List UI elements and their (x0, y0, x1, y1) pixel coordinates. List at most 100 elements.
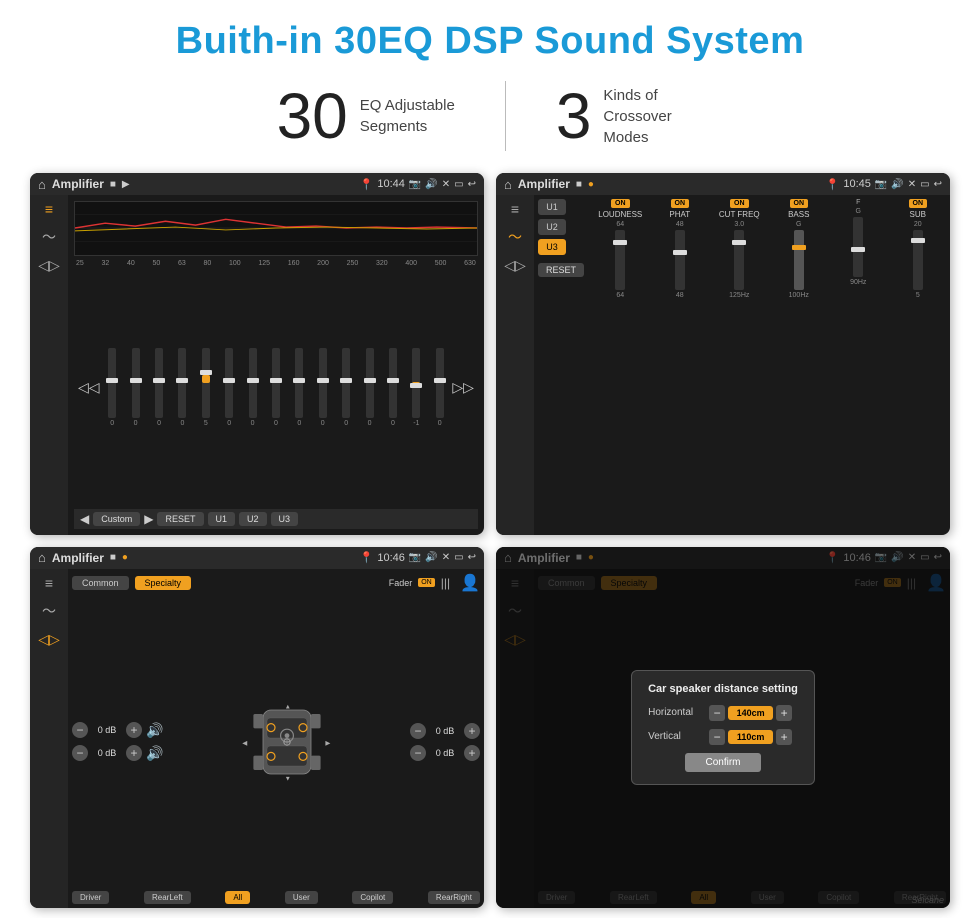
u-buttons-area: U1 U2 U3 RESET ON LOUDNESS 64 (538, 199, 946, 299)
vertical-plus[interactable]: + (776, 729, 792, 745)
driver-btn[interactable]: Driver (72, 891, 109, 904)
all-btn[interactable]: All (225, 891, 250, 904)
expand-right-icon[interactable]: ▷▷ (452, 379, 474, 396)
fader-on-badge[interactable]: ON (418, 578, 435, 587)
horizontal-plus[interactable]: + (776, 705, 792, 721)
common-mode-btn[interactable]: Common (72, 576, 129, 590)
distance-dialog: Car speaker distance setting Horizontal … (631, 670, 815, 785)
specialty-mode-btn[interactable]: Specialty (135, 576, 192, 590)
eq-slider-7[interactable]: 0 (242, 348, 263, 427)
speaker-sidebar-vol[interactable]: ◁▷ (38, 631, 60, 648)
ch-f: F G 90Hz (830, 199, 887, 299)
speaker-app-title: Amplifier (52, 551, 104, 565)
eq-status-bar: ⌂ Amplifier ■ ▶ 📍 10:44 📷 🔊 ✕ ▭ ↩ (30, 173, 484, 195)
eq-slider-11[interactable]: 0 (335, 348, 356, 427)
stat-eq-number: 30 (277, 84, 348, 148)
custom-btn[interactable]: Custom (93, 512, 140, 526)
speaker-status-icons: 📍 10:46 📷 🔊 ✕ ▭ ↩ (360, 551, 476, 564)
copilot-btn[interactable]: Copilot (352, 891, 393, 904)
sub-label: SUB (910, 210, 926, 219)
speaker-screen: ⌂ Amplifier ■ ● 📍 10:46 📷 🔊 ✕ ▭ ↩ ≡ 〜 (30, 547, 484, 909)
crossover-sidebar-wave[interactable]: 〜 (508, 227, 522, 247)
sub-on[interactable]: ON (909, 199, 928, 208)
home-icon[interactable]: ⌂ (38, 177, 46, 192)
eq-slider-14[interactable]: -1 (406, 348, 427, 427)
eq-slider-6[interactable]: 0 (219, 348, 240, 427)
u1-btn[interactable]: U1 (208, 512, 236, 526)
crossover-back-icon[interactable]: ↩ (934, 179, 942, 190)
level4-minus[interactable]: − (410, 745, 426, 761)
eq-play-icon[interactable]: ▶ (122, 179, 130, 190)
crossover-window-icon: ▭ (920, 179, 929, 190)
level3-minus[interactable]: − (410, 723, 426, 739)
level2-minus[interactable]: − (72, 745, 88, 761)
fader-icon: ||| (441, 576, 450, 590)
expand-left-icon[interactable]: ◁◁ (78, 379, 100, 396)
eq-app-title: Amplifier (52, 177, 104, 191)
speaker-sidebar-wave[interactable]: 〜 (42, 601, 56, 621)
next-btn[interactable]: ▶ (144, 512, 153, 526)
level4-plus[interactable]: + (464, 745, 480, 761)
phat-on[interactable]: ON (671, 199, 690, 208)
crossover-screen-content: ≡ 〜 ◁▷ U1 U2 U3 RESET (496, 195, 950, 535)
crossover-sidebar-eq[interactable]: ≡ (511, 201, 519, 217)
speaker-home-icon[interactable]: ⌂ (38, 550, 46, 565)
vertical-minus[interactable]: − (709, 729, 725, 745)
dialog-title: Car speaker distance setting (648, 683, 798, 695)
crossover-left-sidebar: ≡ 〜 ◁▷ (496, 195, 534, 535)
bass-on[interactable]: ON (790, 199, 809, 208)
eq-back-icon[interactable]: ↩ (468, 179, 476, 190)
horizontal-minus[interactable]: − (709, 705, 725, 721)
level2-plus[interactable]: + (126, 745, 142, 761)
eq-slider-2[interactable]: 0 (125, 348, 146, 427)
prev-btn[interactable]: ◀ (80, 512, 89, 526)
speaker-left-sidebar: ≡ 〜 ◁▷ (30, 569, 68, 909)
speaker-time: 10:46 (377, 552, 405, 564)
eq-slider-5[interactable]: 5 (195, 348, 216, 427)
level1-minus[interactable]: − (72, 722, 88, 738)
eq-slider-13[interactable]: 0 (382, 348, 403, 427)
u2-cross-btn[interactable]: U2 (538, 219, 566, 235)
speaker-status-bar: ⌂ Amplifier ■ ● 📍 10:46 📷 🔊 ✕ ▭ ↩ (30, 547, 484, 569)
crossover-home-icon[interactable]: ⌂ (504, 177, 512, 192)
eq-slider-1[interactable]: 0 (102, 348, 123, 427)
speaker-record-icon: ■ (110, 552, 116, 563)
eq-slider-12[interactable]: 0 (359, 348, 380, 427)
u3-cross-btn[interactable]: U3 (538, 239, 566, 255)
u1-cross-btn[interactable]: U1 (538, 199, 566, 215)
eq-slider-3[interactable]: 0 (148, 348, 169, 427)
rearleft-btn[interactable]: RearLeft (144, 891, 191, 904)
eq-slider-10[interactable]: 0 (312, 348, 333, 427)
stat-crossover-number: 3 (556, 84, 592, 148)
crossover-sidebar-vol[interactable]: ◁▷ (504, 257, 526, 274)
eq-slider-15[interactable]: 0 (429, 348, 450, 427)
rearright-btn[interactable]: RearRight (428, 891, 480, 904)
eq-sidebar-volume[interactable]: ◁▷ (38, 257, 60, 274)
speaker-camera-icon: 📷 (409, 552, 421, 563)
u3-btn[interactable]: U3 (271, 512, 299, 526)
level3-plus[interactable]: + (464, 723, 480, 739)
reset-cross-btn[interactable]: RESET (538, 263, 584, 277)
eq-slider-4[interactable]: 0 (172, 348, 193, 427)
u-buttons-group: U1 U2 U3 RESET (538, 199, 584, 299)
speaker-sidebar-eq[interactable]: ≡ (45, 575, 53, 591)
horizontal-row: Horizontal − 140cm + (648, 705, 798, 721)
speaker-back-icon[interactable]: ↩ (468, 552, 476, 563)
eq-slider-8[interactable]: 0 (265, 348, 286, 427)
loudness-on[interactable]: ON (611, 199, 630, 208)
confirm-button[interactable]: Confirm (685, 753, 760, 772)
user-btn[interactable]: User (285, 891, 318, 904)
level1-value: 0 dB (92, 725, 122, 735)
stat-eq-label: EQ AdjustableSegments (360, 95, 455, 137)
reset-btn[interactable]: RESET (157, 512, 203, 526)
cutfreq-on[interactable]: ON (730, 199, 749, 208)
eq-sidebar-wave[interactable]: 〜 (42, 227, 56, 247)
car-diagram: ▲ ▼ ◀ ▶ (237, 702, 337, 782)
level1-plus[interactable]: + (126, 722, 142, 738)
u2-btn[interactable]: U2 (239, 512, 267, 526)
horizontal-control: − 140cm + (709, 705, 792, 721)
crossover-main: U1 U2 U3 RESET ON LOUDNESS 64 (534, 195, 950, 535)
user-icon[interactable]: 👤 (460, 573, 480, 593)
eq-slider-9[interactable]: 0 (289, 348, 310, 427)
eq-sidebar-equalizer[interactable]: ≡ (45, 201, 53, 217)
